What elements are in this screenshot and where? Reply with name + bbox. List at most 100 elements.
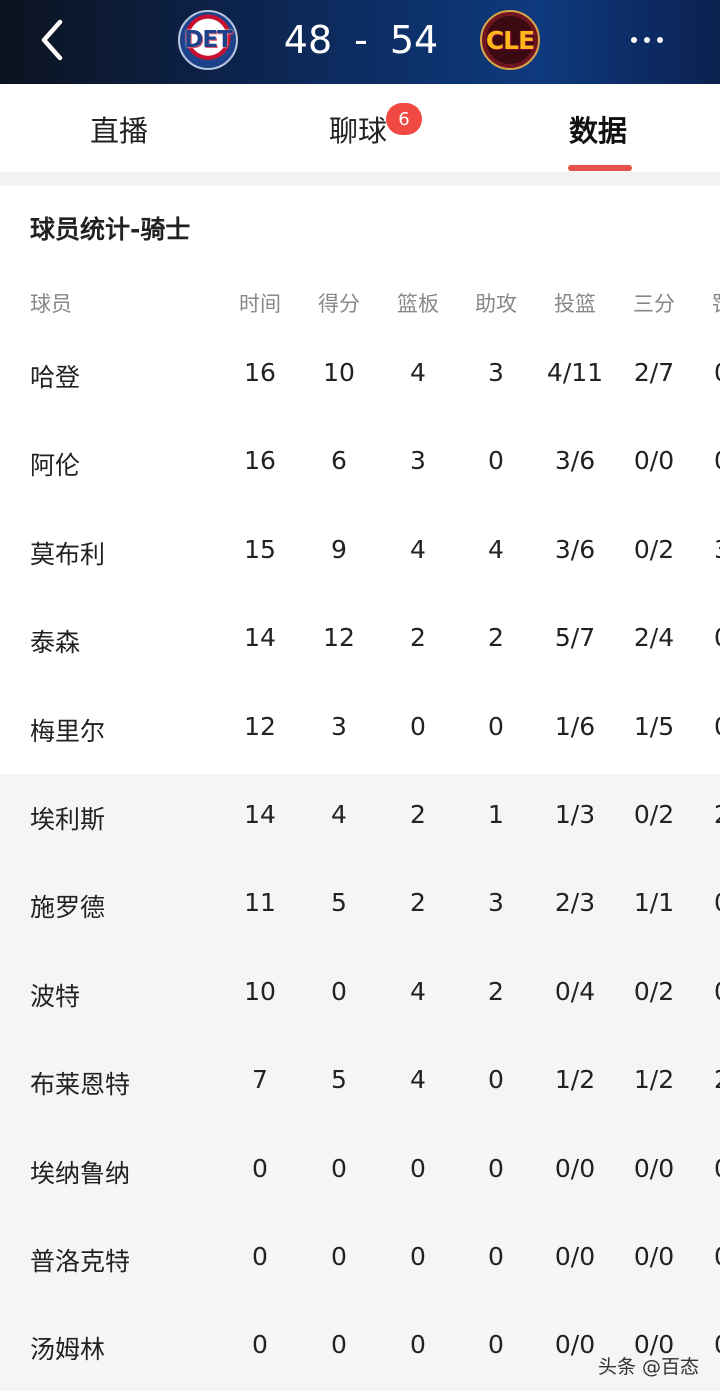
stat-ast: 4 [488, 534, 504, 564]
stat-fg: 5/7 [554, 623, 596, 653]
stat-reb: 0 [410, 1330, 426, 1360]
stat-ast: 0 [488, 711, 504, 741]
player-name[interactable]: 普洛克特 [30, 1242, 130, 1278]
stat-reb: 0 [410, 1242, 426, 1271]
stat-tp: 1/2 [633, 1065, 675, 1095]
stat-fg: 1/2 [554, 1065, 596, 1095]
stat-reb: 0 [410, 711, 426, 741]
stat-pts: 5 [331, 1065, 347, 1095]
stat-min: 14 [244, 800, 276, 829]
stat-ast: 3 [488, 358, 504, 387]
column-header[interactable]: 时间 [239, 288, 281, 318]
stat-pts: 0 [331, 1330, 347, 1360]
stat-ft: 0 [714, 712, 720, 741]
stat-tp: 0/2 [633, 534, 675, 564]
stat-ast: 2 [488, 623, 504, 653]
tab-live[interactable]: 直播 [90, 108, 148, 150]
table-row[interactable]: 梅里尔 12 3 0 0 1/6 1/5 0 [0, 686, 720, 774]
stat-min: 7 [252, 1065, 268, 1095]
table-row[interactable]: 泰森 14 12 2 2 5/7 2/4 0 [0, 597, 720, 685]
table-row[interactable]: 埃纳鲁纳 0 0 0 0 0/0 0/0 0 [0, 1127, 720, 1216]
stat-ft: 0 [714, 1330, 720, 1359]
stat-tp: 1/1 [633, 888, 675, 918]
stat-tp: 2/7 [633, 358, 675, 387]
column-header[interactable]: 罚 [712, 288, 720, 318]
stat-ast: 2 [488, 976, 504, 1006]
watermark: 头条 @百态 [598, 1356, 700, 1378]
column-header[interactable]: 投篮 [554, 288, 596, 318]
player-name[interactable]: 哈登 [30, 358, 80, 394]
section-divider [0, 172, 720, 186]
stat-ft: 0 [714, 358, 720, 387]
player-name[interactable]: 埃利斯 [30, 800, 105, 836]
stat-fg: 1/3 [554, 800, 596, 829]
stat-reb: 4 [410, 358, 426, 387]
stat-pts: 0 [331, 976, 347, 1006]
column-header[interactable]: 得分 [318, 288, 360, 318]
table-row[interactable]: 阿伦 16 6 3 0 3/6 0/0 0 [0, 420, 720, 508]
scoreboard: 48 - 54 [276, 12, 446, 68]
table-row[interactable]: 哈登 16 10 4 3 4/11 2/7 0 [0, 332, 720, 420]
stat-pts: 4 [331, 800, 347, 829]
stat-pts: 5 [331, 888, 347, 918]
away-team-logo[interactable]: CLE [480, 10, 540, 70]
stat-pts: 9 [331, 534, 347, 564]
stat-pts: 3 [331, 711, 347, 741]
table-row[interactable]: 施罗德 11 5 2 3 2/3 1/1 0 [0, 862, 720, 951]
stat-ast: 0 [488, 1065, 504, 1095]
stat-pts: 0 [331, 1242, 347, 1271]
more-dots-icon [657, 37, 663, 43]
stat-ft: 0 [714, 1154, 720, 1183]
stat-fg: 0/0 [554, 1153, 596, 1183]
stat-fg: 4/11 [546, 358, 604, 387]
player-name[interactable]: 汤姆林 [30, 1330, 105, 1366]
stat-pts: 6 [331, 446, 347, 476]
stat-min: 0 [252, 1153, 268, 1183]
stat-tp: 0/0 [633, 446, 675, 476]
table-row[interactable]: 普洛克特 0 0 0 0 0/0 0/0 0 [0, 1216, 720, 1305]
tab-stats[interactable]: 数据 [569, 108, 627, 150]
stat-ft: 0 [714, 623, 720, 652]
stat-reb: 2 [410, 800, 426, 829]
column-header: 球员 [30, 292, 72, 316]
player-name[interactable]: 施罗德 [30, 888, 105, 924]
chevron-left-icon [41, 19, 63, 61]
more-dots-icon [644, 37, 650, 43]
stat-min: 11 [244, 888, 276, 918]
stat-min: 12 [244, 711, 276, 741]
stat-min: 16 [244, 358, 276, 387]
stat-tp: 0/0 [633, 1153, 675, 1183]
stat-ft: 0 [714, 888, 720, 917]
table-row[interactable]: 波特 10 0 4 2 0/4 0/2 0 [0, 950, 720, 1040]
column-header[interactable]: 三分 [633, 288, 675, 318]
player-name[interactable]: 莫布利 [30, 535, 105, 571]
column-header[interactable]: 助攻 [475, 288, 517, 318]
stat-reb: 2 [410, 623, 426, 653]
table-row[interactable]: 布莱恩特 7 5 4 0 1/2 1/2 2 [0, 1039, 720, 1128]
stat-ft: 0 [714, 1242, 720, 1271]
stat-reb: 3 [410, 446, 426, 476]
stat-min: 0 [252, 1242, 268, 1271]
stat-pts: 12 [323, 623, 355, 653]
stat-fg: 2/3 [554, 888, 596, 918]
stat-ft: 2 [714, 800, 720, 829]
table-row[interactable]: 莫布利 15 9 4 4 3/6 0/2 3 [0, 509, 720, 597]
player-name[interactable]: 泰森 [30, 623, 80, 659]
stat-reb: 4 [410, 1065, 426, 1095]
back-button[interactable] [30, 14, 76, 66]
player-name[interactable]: 梅里尔 [30, 712, 105, 748]
player-name[interactable]: 波特 [30, 977, 80, 1013]
stat-ft: 0 [714, 446, 720, 475]
more-button[interactable] [616, 22, 678, 58]
player-name[interactable]: 埃纳鲁纳 [30, 1154, 130, 1190]
more-dots-icon [631, 37, 637, 43]
stat-min: 0 [252, 1330, 268, 1360]
away-team-abbr: CLE [485, 25, 535, 55]
home-team-logo[interactable]: DET [178, 10, 238, 70]
tab-chat[interactable]: 聊球 [329, 108, 387, 150]
player-name[interactable]: 阿伦 [30, 446, 80, 482]
table-row[interactable]: 埃利斯 14 4 2 1 1/3 0/2 2 [0, 774, 720, 863]
stat-fg: 0/4 [554, 976, 596, 1006]
player-name[interactable]: 布莱恩特 [30, 1065, 130, 1101]
column-header[interactable]: 篮板 [397, 288, 439, 318]
